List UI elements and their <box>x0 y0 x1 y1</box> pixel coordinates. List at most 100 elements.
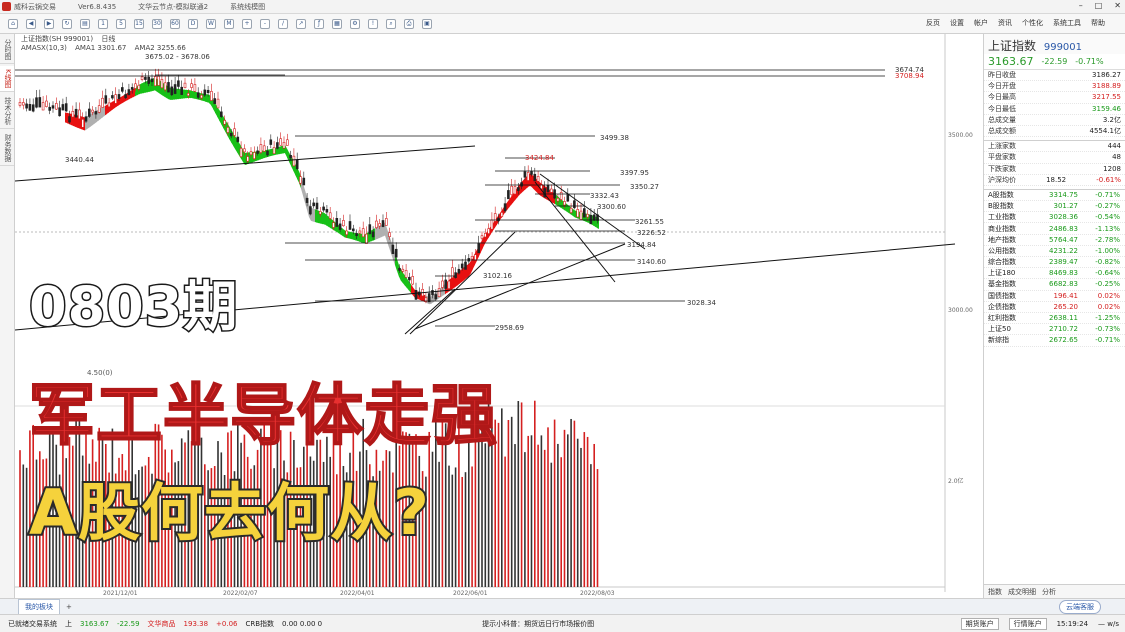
sh-change: -22.59 <box>116 619 140 628</box>
home-icon[interactable]: ⌂ <box>8 18 18 29</box>
chart-symbol[interactable]: 上证指数(SH 999001) <box>21 35 93 43</box>
candle-body <box>226 127 230 133</box>
volume-bar <box>454 467 457 587</box>
alert-icon[interactable]: ! <box>368 18 378 29</box>
period-1-icon[interactable]: 1 <box>98 18 108 29</box>
doc-title: 文华云节点-模拟联通2 <box>138 2 209 11</box>
minimize-icon[interactable]: – <box>1079 1 1083 10</box>
candle-body <box>365 233 368 244</box>
period-30-icon[interactable]: 30 <box>152 18 162 29</box>
index-row[interactable]: 综合指数 2389.47 -0.82% <box>984 257 1125 269</box>
forward-icon[interactable]: ▶ <box>44 18 54 29</box>
print-icon[interactable]: ⎙ <box>404 18 414 29</box>
refresh-icon[interactable]: ↻ <box>62 18 72 29</box>
volume-bar <box>431 451 434 587</box>
menu-item[interactable]: 帮助 <box>1091 18 1105 28</box>
volume-bar <box>537 444 539 587</box>
volume-bar <box>553 419 556 587</box>
menu-item[interactable]: 系统工具 <box>1053 18 1081 28</box>
settings-icon[interactable]: ⚙ <box>350 18 360 29</box>
cursor-icon[interactable]: ↗ <box>296 18 306 29</box>
quote-tab[interactable]: 指数 <box>988 587 1002 597</box>
index-row[interactable]: 基金指数 6682.83 -0.25% <box>984 279 1125 291</box>
candle-body <box>566 194 570 202</box>
period-month-icon[interactable]: M <box>224 18 234 29</box>
candle-body <box>223 120 226 125</box>
candle-body <box>249 151 253 155</box>
index-row[interactable]: 红利指数 2638.11 -1.25% <box>984 313 1125 325</box>
index-row[interactable]: 国债指数 196.41 0.02% <box>984 291 1125 302</box>
index-row[interactable]: B股指数 301.27 -0.27% <box>984 201 1125 213</box>
volume-bar <box>590 464 592 587</box>
chart-period[interactable]: 日线 <box>101 35 115 43</box>
menu-item[interactable]: 设置 <box>950 18 964 28</box>
stat-row: 总成交额 4554.1亿 <box>984 126 1125 138</box>
episode-title: 0803期 <box>27 274 239 340</box>
index-row[interactable]: A股指数 3314.75 -0.71% <box>984 190 1125 202</box>
stat-row: 今日开盘 3188.89 <box>984 81 1125 93</box>
notice-text[interactable]: 提示小科普：期货远日行市场报价图 <box>482 619 594 629</box>
candle-body <box>163 82 167 91</box>
menu-item[interactable]: 反页 <box>926 18 940 28</box>
title-tab[interactable]: 系统线模图 <box>230 2 265 12</box>
candle-body <box>549 188 553 193</box>
avg-price-label: 沪深均价 <box>988 175 1016 184</box>
index-row[interactable]: 新综指 2672.65 -0.71% <box>984 335 1125 347</box>
draw-line-icon[interactable]: ∕ <box>278 18 288 29</box>
left-tab-intraday[interactable]: 分时图 <box>0 36 14 64</box>
index-row[interactable]: 企债指数 265.20 0.02% <box>984 302 1125 313</box>
candle-body <box>190 83 193 88</box>
index-row-price: 301.27 <box>1053 202 1079 211</box>
close-icon[interactable]: ✕ <box>1114 1 1121 10</box>
index-row-name: 上证50 <box>988 325 1011 334</box>
search-icon[interactable]: ⌕ <box>386 18 396 29</box>
period-15-icon[interactable]: 15 <box>134 18 144 29</box>
kline-chart[interactable]: 3500.00 3000.00 2.0亿 4.50(0) 2021/12/01 2022/… <box>14 34 983 598</box>
zoom-out-icon[interactable]: - <box>260 18 270 29</box>
index-row[interactable]: 商业指数 2486.83 -1.13% <box>984 223 1125 235</box>
period-5-icon[interactable]: 5 <box>116 18 126 29</box>
index-row[interactable]: 公用指数 4231.22 -1.00% <box>984 246 1125 257</box>
tab-my-sectors[interactable]: 我的板块 <box>18 598 60 615</box>
menu-item[interactable]: 帐户 <box>974 18 988 28</box>
left-tab-technical[interactable]: 技术分析 <box>0 94 14 129</box>
index-row[interactable]: 工业指数 3028.36 -0.54% <box>984 212 1125 224</box>
add-tab-icon[interactable]: + <box>66 603 72 611</box>
candle-body <box>213 98 216 104</box>
candle-body <box>328 212 332 219</box>
left-tab-kline[interactable]: K线图 <box>0 66 14 92</box>
candle-body <box>243 148 246 153</box>
chart-icon[interactable]: ▤ <box>80 18 90 29</box>
candle-body <box>523 171 527 178</box>
left-tab-finance[interactable]: 财务数据 <box>0 131 14 166</box>
index-row[interactable]: 地产指数 5764.47 -2.78% <box>984 235 1125 246</box>
index-row[interactable]: 上证180 8469.83 -0.64% <box>984 268 1125 280</box>
ama-band-segment <box>193 91 195 99</box>
maximize-icon[interactable]: □ <box>1095 1 1103 10</box>
back-icon[interactable]: ◀ <box>26 18 36 29</box>
save-icon[interactable]: ▣ <box>422 18 432 29</box>
menu-item[interactable]: 资讯 <box>998 18 1012 28</box>
candle-body <box>193 84 197 92</box>
quote-account-button[interactable]: 行情账户 <box>1008 617 1047 630</box>
price-level-label: 3499.38 <box>600 134 629 142</box>
candle-body <box>180 86 183 95</box>
index-row[interactable]: 上证50 2710.72 -0.73% <box>984 324 1125 336</box>
volume-bar <box>25 467 28 587</box>
candle-body <box>355 233 358 237</box>
candle-body <box>48 106 52 111</box>
cloud-service-button[interactable]: 云端客服 <box>1059 599 1101 614</box>
candle-body <box>441 280 444 288</box>
quote-tab[interactable]: 成交明细 <box>1008 587 1036 597</box>
period-day-icon[interactable]: D <box>188 18 198 29</box>
period-week-icon[interactable]: W <box>206 18 216 29</box>
quote-tab[interactable]: 分析 <box>1042 587 1056 597</box>
stat-row: 昨日收盘 3186.27 <box>984 70 1125 82</box>
menu-item[interactable]: 个性化 <box>1022 18 1043 28</box>
indicator-icon[interactable]: ƒ <box>314 18 324 29</box>
futures-account-button[interactable]: 期货账户 <box>960 617 999 630</box>
period-60-icon[interactable]: 60 <box>170 18 180 29</box>
grid-icon[interactable]: ▦ <box>332 18 342 29</box>
ama-band-segment <box>141 82 143 94</box>
zoom-in-icon[interactable]: + <box>242 18 252 29</box>
